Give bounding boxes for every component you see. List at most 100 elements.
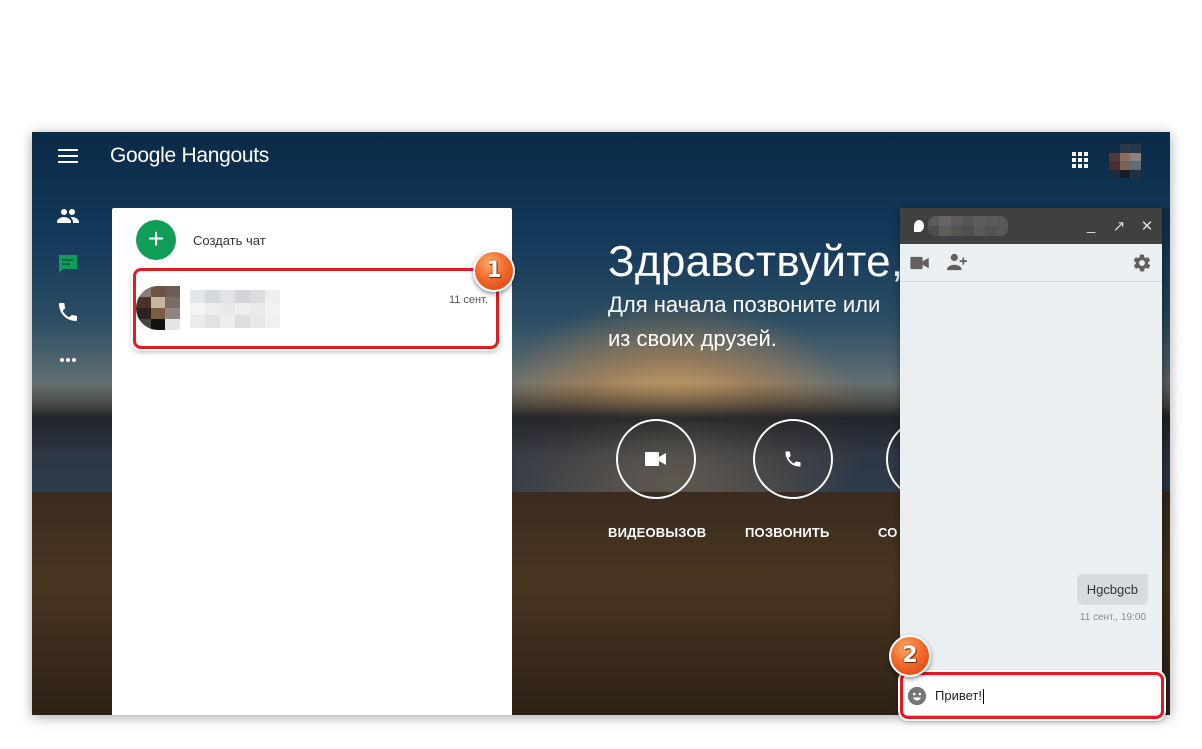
pixel <box>985 226 997 236</box>
apps-dot <box>1084 158 1088 162</box>
rail-item-conversations[interactable] <box>56 252 80 276</box>
apps-dot <box>1078 158 1082 162</box>
hamburger-line <box>58 161 78 163</box>
chat-contact-name-blurred <box>928 216 1008 236</box>
message-input-area: Привет! <box>900 677 1162 715</box>
close-button[interactable]: ✕ <box>1140 217 1154 235</box>
emoji-icon <box>908 687 926 705</box>
pixel <box>250 290 265 303</box>
pixel <box>150 286 166 297</box>
logo-google: Google <box>110 144 176 167</box>
pixel <box>939 216 951 226</box>
pixel <box>265 302 280 316</box>
message-input-value: Привет! <box>935 687 982 703</box>
text-caret <box>982 689 984 705</box>
emoji-button[interactable] <box>908 687 926 705</box>
pixel <box>985 216 997 226</box>
welcome-message: Здравствуйте, Для начала позвоните или и… <box>608 237 903 355</box>
apps-grid-button[interactable] <box>1072 152 1088 168</box>
chat-icon <box>59 255 77 273</box>
annotation-badge-2: 2 <box>889 635 931 677</box>
chat-header[interactable]: _ ↗ ✕ <box>900 208 1162 244</box>
action-circle <box>753 419 833 499</box>
video-call-button[interactable]: ВИДЕОВЫЗОВ <box>608 419 718 540</box>
pixel <box>165 319 180 330</box>
pixel <box>205 290 220 303</box>
video-call-label: ВИДЕОВЫЗОВ <box>608 525 707 540</box>
minimize-button[interactable]: _ <box>1084 217 1098 235</box>
pixel <box>220 290 235 303</box>
pixel <box>1130 152 1141 161</box>
add-person-button[interactable] <box>946 253 968 276</box>
pixel <box>1119 144 1131 153</box>
window-controls: _ ↗ ✕ <box>1084 217 1154 235</box>
account-avatar[interactable] <box>1109 144 1141 178</box>
conversation-item[interactable]: 11 сент. <box>136 286 494 334</box>
hamburger-icon <box>58 149 78 151</box>
pixel <box>962 226 974 236</box>
voice-call-label: ПОЗВОНИТЬ <box>745 525 830 540</box>
pixel <box>150 308 166 319</box>
apps-dot <box>1072 158 1076 162</box>
pixel <box>190 302 205 316</box>
videocam-icon <box>910 256 929 270</box>
pixel <box>235 315 250 328</box>
apps-dot <box>1084 164 1088 168</box>
conversation-date: 11 сент. <box>448 294 488 306</box>
pixel <box>265 290 280 303</box>
people-icon <box>57 209 79 223</box>
pixel <box>220 302 235 316</box>
hangouts-bubble-icon <box>914 220 924 232</box>
welcome-subtitle-line2: из своих друзей. <box>608 326 777 351</box>
pixel <box>1109 144 1120 153</box>
action-circle <box>616 419 696 499</box>
pixel <box>1109 152 1120 161</box>
conversation-name-blurred <box>190 290 280 328</box>
apps-dot <box>1078 152 1082 156</box>
pixel <box>1119 169 1131 178</box>
new-chat-button[interactable]: + Создать чат <box>136 220 266 260</box>
pixel <box>205 315 220 328</box>
popout-button[interactable]: ↗ <box>1112 217 1126 235</box>
apps-grid-icon <box>1072 152 1076 156</box>
video-call-tool-button[interactable] <box>910 256 930 275</box>
welcome-title: Здравствуйте, <box>608 237 904 286</box>
annotation-badge-1: 1 <box>473 250 515 292</box>
apps-dot <box>1072 164 1076 168</box>
message-bubble: Hgcbgcb <box>1076 574 1148 605</box>
pixel <box>136 308 151 319</box>
videocam-icon <box>645 452 666 466</box>
message-timestamp: 11 сент., 19:00 <box>1079 612 1146 623</box>
pixel <box>1130 169 1141 178</box>
main-menu-button[interactable] <box>58 149 78 165</box>
pixel <box>265 315 280 328</box>
pixel <box>136 297 151 308</box>
pixel <box>136 286 151 297</box>
rail-item-contacts[interactable] <box>56 204 80 228</box>
app-logo[interactable]: Google Hangouts <box>110 144 269 168</box>
pixel <box>950 216 963 226</box>
pixel <box>136 319 151 330</box>
more-horiz-icon <box>60 358 76 362</box>
pixel <box>205 302 220 316</box>
chat-settings-button[interactable] <box>1132 253 1152 278</box>
rail-item-phone[interactable] <box>56 300 80 324</box>
apps-dot <box>1078 164 1082 168</box>
message-input[interactable]: Привет! <box>935 687 1135 705</box>
phone-icon <box>785 451 801 467</box>
hangouts-window: Google Hangouts + Создать чат 11 сент. З… <box>32 132 1170 715</box>
plus-icon: + <box>136 220 176 260</box>
chat-toolbar <box>900 244 1162 282</box>
pixel <box>220 315 235 328</box>
pixel <box>150 319 166 330</box>
pixel <box>1119 161 1131 170</box>
pixel <box>996 226 1008 236</box>
pixel <box>165 297 180 308</box>
new-chat-label: Создать чат <box>193 232 266 248</box>
pixel <box>235 290 250 303</box>
phone-icon <box>59 303 77 321</box>
pixel <box>1130 161 1141 170</box>
voice-call-button[interactable]: ПОЗВОНИТЬ <box>745 419 855 540</box>
pixel <box>190 290 205 303</box>
rail-item-more[interactable] <box>56 348 80 372</box>
